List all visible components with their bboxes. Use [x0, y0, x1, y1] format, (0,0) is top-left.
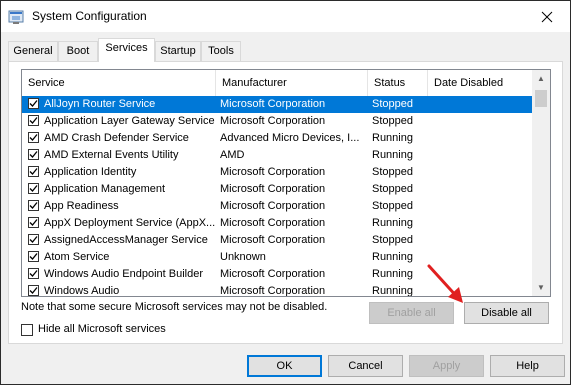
- msconfig-app-icon: [8, 9, 24, 25]
- scroll-up-arrow-icon[interactable]: ▲: [532, 70, 550, 87]
- list-header: Service Manufacturer Status Date Disable…: [22, 70, 532, 96]
- column-header-service[interactable]: Service: [22, 70, 216, 96]
- service-row[interactable]: AppX Deployment Service (AppX... Microsof…: [22, 215, 532, 232]
- tab-general[interactable]: General: [8, 41, 58, 61]
- service-status-cell: Running: [372, 285, 413, 297]
- service-name-cell: App Readiness: [44, 200, 119, 212]
- enable-all-button[interactable]: Enable all: [369, 302, 454, 324]
- service-date-disabled-cell: [432, 96, 530, 113]
- service-status-cell: Stopped: [372, 183, 413, 195]
- service-checkbox[interactable]: [28, 132, 39, 143]
- service-row[interactable]: Application Layer Gateway Service Microso…: [22, 113, 532, 130]
- red-arrow-annotation-icon: [427, 264, 463, 303]
- help-button[interactable]: Help: [490, 355, 565, 377]
- disable-all-button[interactable]: Disable all: [464, 302, 549, 324]
- column-header-manufacturer[interactable]: Manufacturer: [216, 70, 368, 96]
- service-status-cell: Stopped: [372, 234, 413, 246]
- service-status-cell: Running: [372, 132, 413, 144]
- service-status-cell: Running: [372, 251, 413, 263]
- vertical-scrollbar[interactable]: ▲ ▼: [532, 70, 550, 296]
- window-title: System Configuration: [32, 9, 147, 23]
- secure-services-note: Note that some secure Microsoft services…: [21, 301, 328, 313]
- cancel-button[interactable]: Cancel: [328, 355, 403, 377]
- service-manufacturer-cell: Microsoft Corporation: [220, 115, 326, 127]
- service-checkbox[interactable]: [28, 183, 39, 194]
- column-header-date-disabled[interactable]: Date Disabled: [428, 70, 532, 96]
- service-date-disabled-cell: [432, 215, 530, 232]
- services-list[interactable]: Service Manufacturer Status Date Disable…: [21, 69, 551, 297]
- service-date-disabled-cell: [432, 130, 530, 147]
- service-manufacturer-cell: AMD: [220, 149, 245, 161]
- service-name-cell: Windows Audio: [44, 285, 120, 297]
- service-manufacturer-cell: Microsoft Corporation: [220, 183, 326, 195]
- tab-tools[interactable]: Tools: [201, 41, 241, 61]
- apply-button[interactable]: Apply: [409, 355, 484, 377]
- service-checkbox[interactable]: [28, 149, 39, 160]
- service-checkbox[interactable]: [28, 166, 39, 177]
- service-checkbox[interactable]: [28, 200, 39, 211]
- service-status-cell: Stopped: [372, 166, 413, 178]
- service-date-disabled-cell: [432, 198, 530, 215]
- service-name-cell: AMD Crash Defender Service: [44, 132, 189, 144]
- service-name-cell: AppX Deployment Service (AppX...: [44, 217, 216, 229]
- service-row[interactable]: AMD External Events Utility AMD Running: [22, 147, 532, 164]
- service-row[interactable]: Application Management Microsoft Corporat…: [22, 181, 532, 198]
- service-checkbox[interactable]: [28, 217, 39, 228]
- service-date-disabled-cell: [432, 147, 530, 164]
- ok-button[interactable]: OK: [247, 355, 322, 377]
- scrollbar-thumb[interactable]: [535, 90, 547, 107]
- service-manufacturer-cell: Advanced Micro Devices, I...: [220, 132, 360, 144]
- service-checkbox[interactable]: [28, 285, 39, 296]
- service-name-cell: AMD External Events Utility: [44, 149, 179, 161]
- service-status-cell: Running: [372, 149, 413, 161]
- service-row[interactable]: AMD Crash Defender Service Advanced Micro…: [22, 130, 532, 147]
- service-manufacturer-cell: Microsoft Corporation: [220, 166, 326, 178]
- service-row[interactable]: Application Identity Microsoft Corporatio…: [22, 164, 532, 181]
- service-date-disabled-cell: [432, 164, 530, 181]
- tab-boot[interactable]: Boot: [58, 41, 98, 61]
- service-name-cell: AssignedAccessManager Service: [44, 234, 208, 246]
- service-name-cell: Application Management: [44, 183, 166, 195]
- service-manufacturer-cell: Microsoft Corporation: [220, 268, 326, 280]
- service-manufacturer-cell: Microsoft Corporation: [220, 200, 326, 212]
- service-row[interactable]: App Readiness Microsoft Corporation Stoppe…: [22, 198, 532, 215]
- service-manufacturer-cell: Microsoft Corporation: [220, 217, 326, 229]
- hide-ms-checkbox-box[interactable]: [21, 324, 33, 336]
- service-checkbox[interactable]: [28, 115, 39, 126]
- service-checkbox[interactable]: [28, 98, 39, 109]
- column-header-status[interactable]: Status: [368, 70, 428, 96]
- service-name-cell: Application Identity: [44, 166, 137, 178]
- service-name-cell: Atom Service: [44, 251, 110, 263]
- service-manufacturer-cell: Microsoft Corporation: [220, 234, 326, 246]
- scroll-down-arrow-icon[interactable]: ▼: [532, 279, 550, 296]
- title-bar: System Configuration: [1, 1, 570, 32]
- service-status-cell: Stopped: [372, 115, 413, 127]
- service-name-cell: AllJoyn Router Service: [44, 98, 156, 110]
- service-date-disabled-cell: [432, 113, 530, 130]
- close-button[interactable]: [524, 1, 570, 32]
- system-configuration-window: System Configuration General Boot Servic…: [0, 0, 571, 385]
- service-checkbox[interactable]: [28, 234, 39, 245]
- service-checkbox[interactable]: [28, 268, 39, 279]
- service-manufacturer-cell: Microsoft Corporation: [220, 98, 326, 110]
- service-row[interactable]: AllJoyn Router Service Microsoft Corporat…: [22, 96, 532, 113]
- service-date-disabled-cell: [432, 232, 530, 249]
- service-name-cell: Application Layer Gateway Service: [44, 115, 215, 127]
- tab-services[interactable]: Services: [98, 38, 155, 62]
- service-manufacturer-cell: Microsoft Corporation: [220, 285, 326, 297]
- service-date-disabled-cell: [432, 181, 530, 198]
- tab-startup[interactable]: Startup: [155, 41, 201, 61]
- service-status-cell: Running: [372, 268, 413, 280]
- service-status-cell: Stopped: [372, 200, 413, 212]
- service-checkbox[interactable]: [28, 251, 39, 262]
- service-manufacturer-cell: Unknown: [220, 251, 266, 263]
- service-name-cell: Windows Audio Endpoint Builder: [44, 268, 203, 280]
- close-icon: [541, 11, 553, 22]
- service-status-cell: Running: [372, 217, 413, 229]
- service-status-cell: Stopped: [372, 98, 413, 110]
- hide-ms-services-label: Hide all Microsoft services: [38, 323, 166, 335]
- services-tab-panel: Service Manufacturer Status Date Disable…: [8, 61, 563, 344]
- service-row[interactable]: AssignedAccessManager Service Microsoft C…: [22, 232, 532, 249]
